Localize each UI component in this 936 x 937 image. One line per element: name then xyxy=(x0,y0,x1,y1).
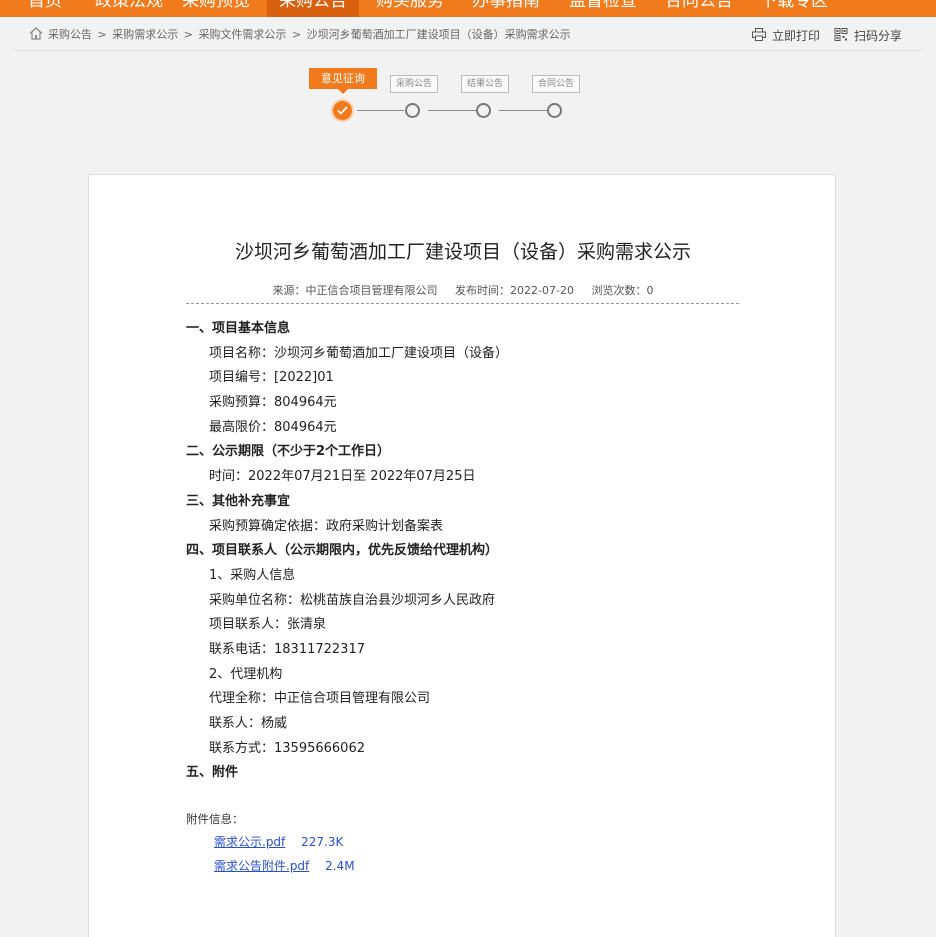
content-line: 2、代理机构 xyxy=(209,666,283,682)
content-line: 采购单位名称：松桃苗族自治县沙坝河乡人民政府 xyxy=(209,592,496,608)
home-icon[interactable] xyxy=(29,27,43,40)
attachment-link[interactable]: 需求公示.pdf xyxy=(214,835,285,849)
share-button[interactable]: 扫码分享 xyxy=(834,27,903,44)
article-title: 沙坝河乡葡萄酒加工厂建设项目（设备）采购需求公示 xyxy=(234,241,691,263)
content-line: 项目编号：[2022]01 xyxy=(209,370,334,386)
step-connector xyxy=(428,110,476,111)
section-heading: 三、其他补充事宜 xyxy=(186,493,291,509)
article-views: 浏览次数：0 xyxy=(591,284,654,297)
top-nav: 首页 政策法规 采购预览 采购公告 购买服务 办事指南 监督检查 合同公告 下载… xyxy=(0,0,936,17)
article-source: 来源：中正信合项目管理有限公司 xyxy=(272,284,438,297)
content-line: 联系方式：13595666062 xyxy=(209,740,365,756)
content-line: 项目联系人：张清泉 xyxy=(209,617,327,633)
nav-item-policy[interactable]: 政策法规 xyxy=(95,0,163,17)
divider xyxy=(186,303,739,304)
breadcrumb-separator: > xyxy=(97,28,107,41)
nav-item-home[interactable]: 首页 xyxy=(28,0,62,17)
breadcrumb-current: 沙坝河乡葡萄酒加工厂建设项目（设备）采购需求公示 xyxy=(306,28,571,41)
nav-item-preview[interactable]: 采购预览 xyxy=(182,0,250,17)
breadcrumb-link-demand[interactable]: 采购需求公示 xyxy=(112,28,178,41)
attachments-label: 附件信息： xyxy=(186,812,244,826)
breadcrumb-link-file-demand[interactable]: 采购文件需求公示 xyxy=(198,28,286,41)
step-dot-consultation xyxy=(333,101,352,120)
attachment-link[interactable]: 需求公告附件.pdf xyxy=(214,859,309,873)
content-line: 采购预算：804964元 xyxy=(209,395,337,411)
content-line: 代理全称：中正信合项目管理有限公司 xyxy=(209,691,431,707)
print-button[interactable]: 立即打印 xyxy=(752,27,821,44)
step-dot-announcement xyxy=(405,103,420,118)
nav-item-contract[interactable]: 合同公告 xyxy=(665,0,733,17)
content-line: 采购预算确定依据：政府采购计划备案表 xyxy=(209,518,444,534)
nav-item-supervision[interactable]: 监督检查 xyxy=(569,0,637,17)
article-meta: 来源：中正信合项目管理有限公司 发布时间：2022-07-20 浏览次数：0 xyxy=(89,282,837,298)
section-heading: 四、项目联系人（公示期限内，优先反馈给代理机构） xyxy=(186,543,499,559)
progress-steps: 意见征询 采购公告 结果公告 合同公告 xyxy=(306,66,606,126)
breadcrumb-bar: 采购公告 > 采购需求公示 > 采购文件需求公示 > 沙坝河乡葡萄酒加工厂建设项… xyxy=(14,17,922,51)
printer-icon xyxy=(752,28,766,41)
breadcrumb-separator: > xyxy=(291,28,302,41)
qr-code-icon xyxy=(834,28,848,41)
step-label-result[interactable]: 结果公告 xyxy=(461,75,510,93)
step-dot-result xyxy=(476,103,491,118)
checkmark-icon xyxy=(337,106,348,115)
section-heading: 五、附件 xyxy=(186,765,239,781)
content-line: 项目名称：沙坝河乡葡萄酒加工厂建设项目（设备） xyxy=(209,345,509,361)
nav-item-announcement[interactable]: 采购公告 xyxy=(267,0,359,17)
nav-item-download[interactable]: 下载专区 xyxy=(760,0,828,17)
nav-item-guide[interactable]: 办事指南 xyxy=(472,0,540,17)
article-publish-time: 发布时间：2022-07-20 xyxy=(455,284,574,297)
content-line: 联系电话：18311722317 xyxy=(209,641,365,657)
step-label-consultation[interactable]: 意见征询 xyxy=(309,68,377,94)
step-label-contract[interactable]: 合同公告 xyxy=(532,75,581,93)
breadcrumb-separator: > xyxy=(183,28,193,41)
content-line: 联系人：杨威 xyxy=(209,716,288,731)
article-body: 一、项目基本信息项目名称：沙坝河乡葡萄酒加工厂建设项目（设备） 项目编号：[202… xyxy=(186,317,746,786)
step-label-announcement[interactable]: 采购公告 xyxy=(390,75,439,93)
section-heading: 一、项目基本信息 xyxy=(186,321,291,336)
attachment-size: 2.4M xyxy=(325,859,355,873)
step-connector xyxy=(357,110,404,111)
content-line: 最高限价：804964元 xyxy=(209,419,337,435)
attachment-item[interactable]: 需求公告附件.pdf 2.4M xyxy=(214,857,355,874)
breadcrumb-link-announcement[interactable]: 采购公告 xyxy=(48,28,92,41)
content-line: 1、采购人信息 xyxy=(209,567,296,583)
breadcrumb: 采购公告 > 采购需求公示 > 采购文件需求公示 > 沙坝河乡葡萄酒加工厂建设项… xyxy=(48,26,571,42)
nav-item-services[interactable]: 购买服务 xyxy=(376,0,444,17)
section-heading: 二、公示期限（不少于2个工作日） xyxy=(186,444,391,460)
attachment-size: 227.3K xyxy=(301,835,344,849)
article-card: 沙坝河乡葡萄酒加工厂建设项目（设备）采购需求公示 来源：中正信合项目管理有限公司… xyxy=(88,174,836,937)
step-connector xyxy=(499,110,547,111)
step-dot-contract xyxy=(547,103,562,118)
attachment-item[interactable]: 需求公示.pdf 227.3K xyxy=(214,833,343,850)
print-label: 立即打印 xyxy=(772,29,821,43)
share-label: 扫码分享 xyxy=(854,29,903,43)
content-line: 时间：2022年07月21日至 2022年07月25日 xyxy=(209,469,476,485)
